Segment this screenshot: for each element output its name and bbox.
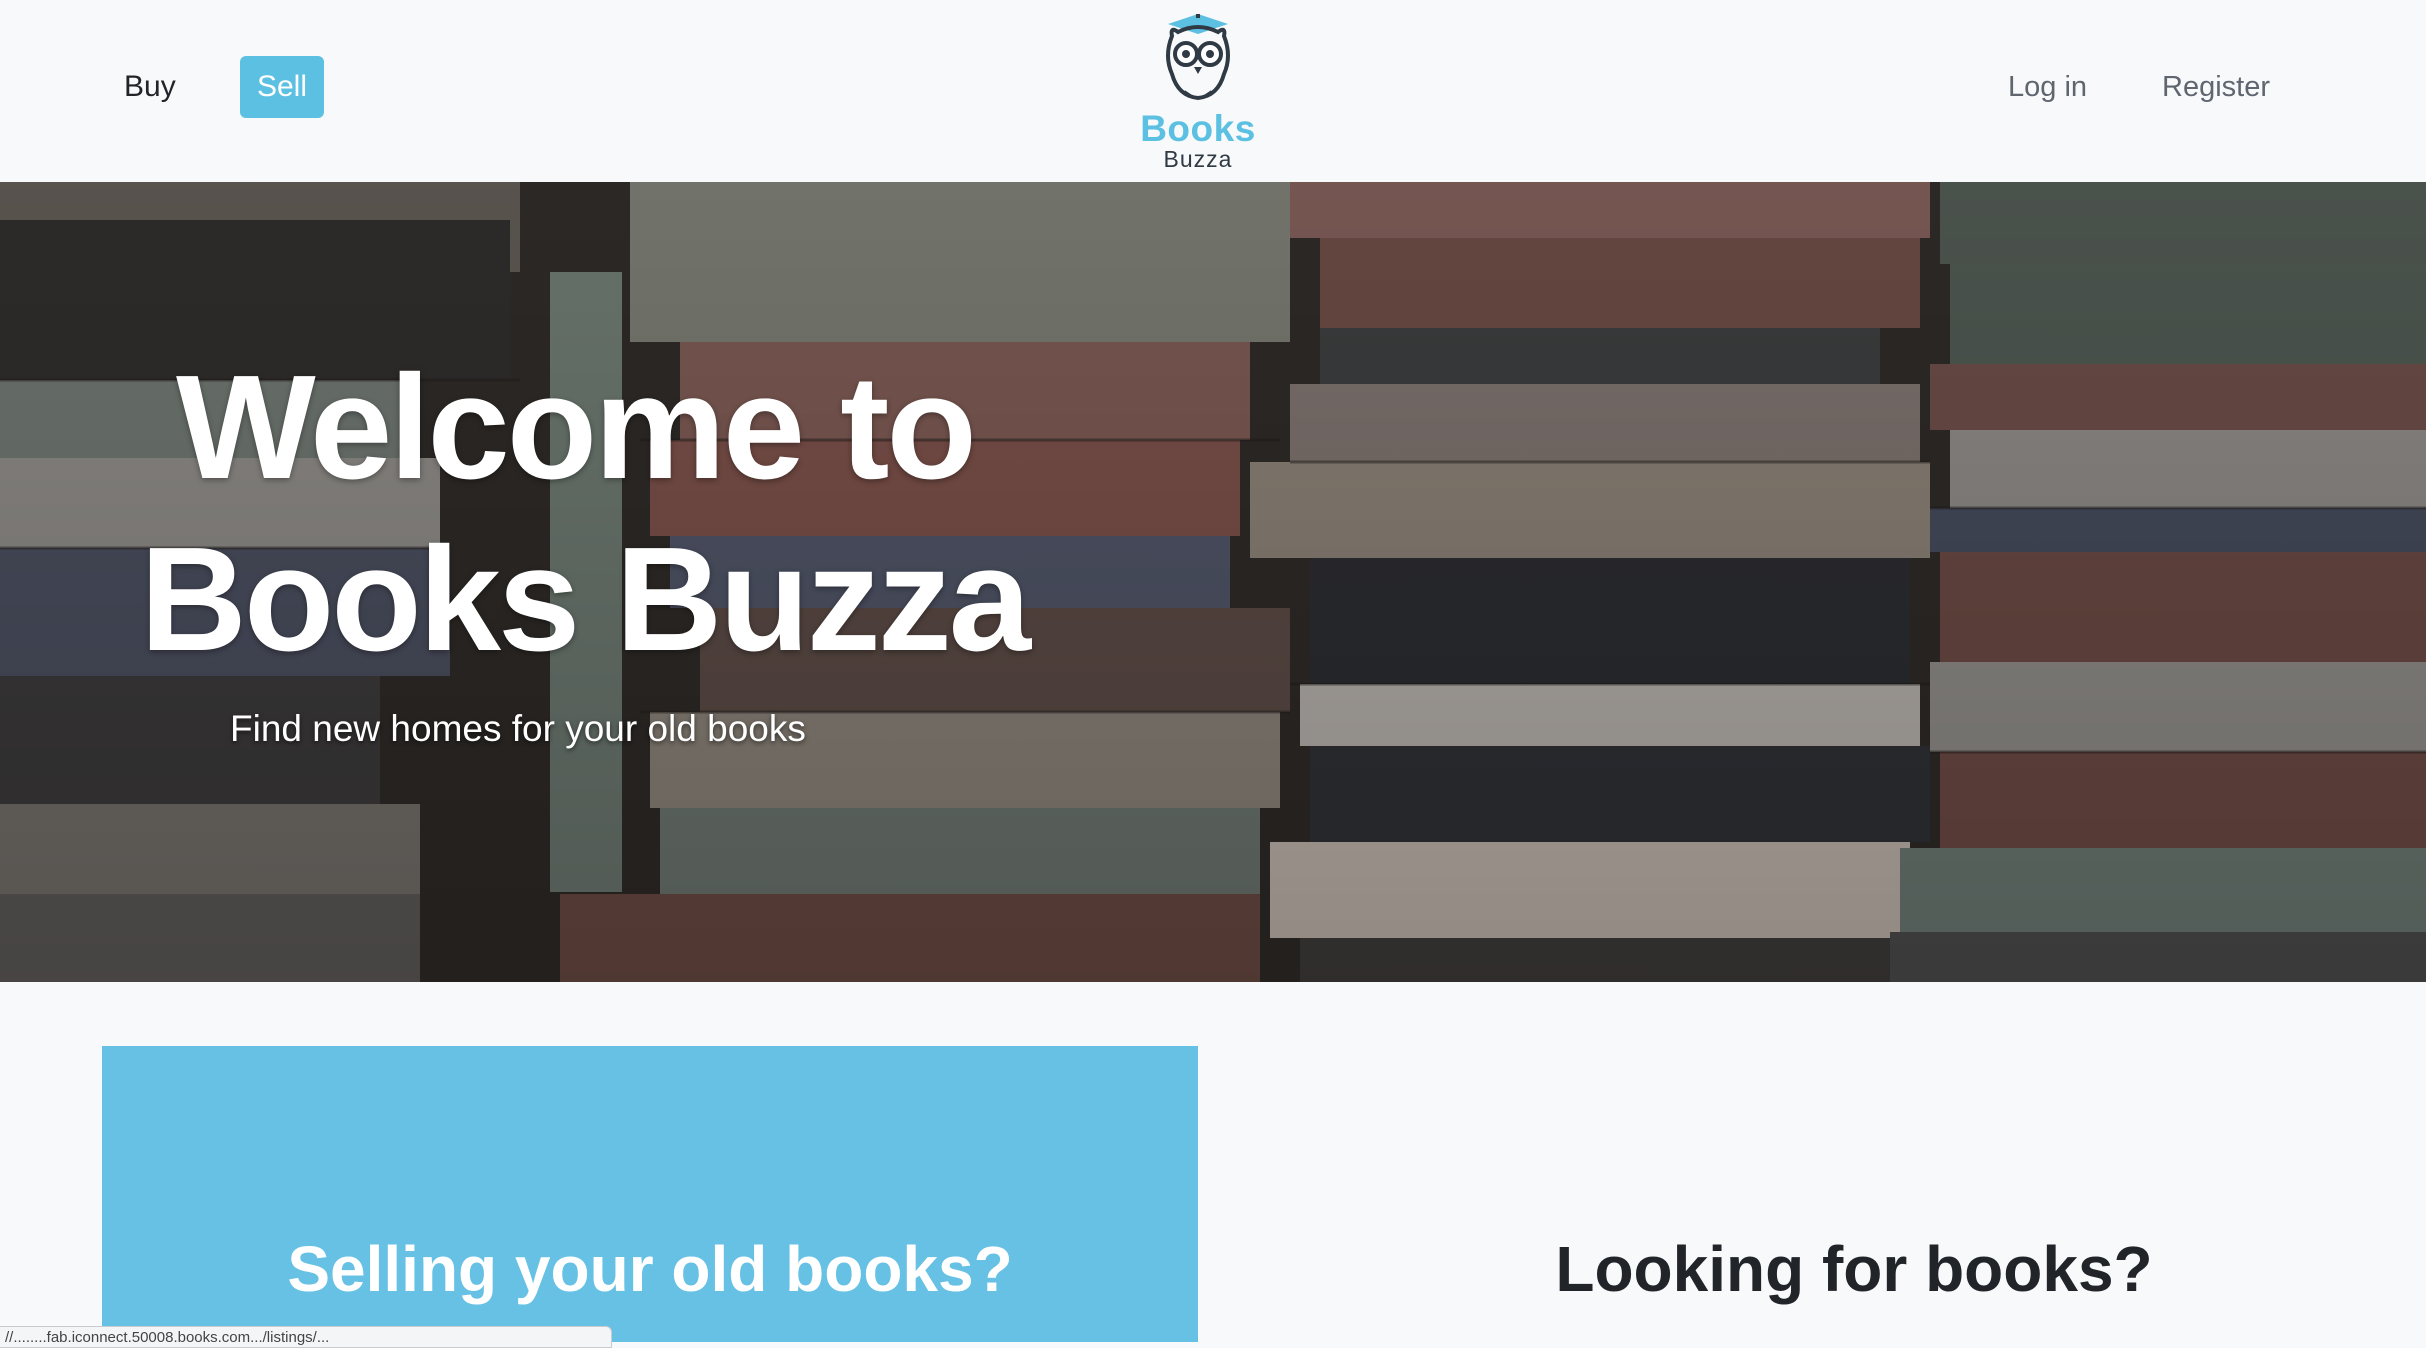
hero-title: Welcome to Books Buzza <box>140 342 1040 686</box>
hero-title-line1: Welcome to <box>176 345 977 510</box>
nav-buy-link[interactable]: Buy <box>106 56 194 118</box>
brand-logo[interactable]: Books Buzza <box>1130 12 1266 172</box>
register-link[interactable]: Register <box>2144 56 2288 118</box>
logo-title: Books <box>1140 108 1256 149</box>
hero-title-line2: Books Buzza <box>140 517 1031 682</box>
nav-sell-button[interactable]: Sell <box>240 56 324 118</box>
sell-card-title: Selling your old books? <box>287 1233 1013 1305</box>
browser-status-bar: //........fab.iconnect.50008.books.com..… <box>0 1326 612 1348</box>
hero-banner: Welcome to Books Buzza Find new homes fo… <box>0 182 2426 982</box>
logo-subtitle: Buzza <box>1163 146 1233 172</box>
navbar: Buy Sell Books Buzza Log in Register <box>0 0 2426 182</box>
buy-books-card[interactable]: Looking for books? <box>1306 1046 2402 1342</box>
sell-books-card[interactable]: Selling your old books? <box>102 1046 1198 1342</box>
login-link[interactable]: Log in <box>1990 56 2105 118</box>
owl-icon <box>1166 14 1230 100</box>
buy-card-title: Looking for books? <box>1555 1233 2153 1305</box>
hero-subtitle: Find new homes for your old books <box>230 708 806 749</box>
